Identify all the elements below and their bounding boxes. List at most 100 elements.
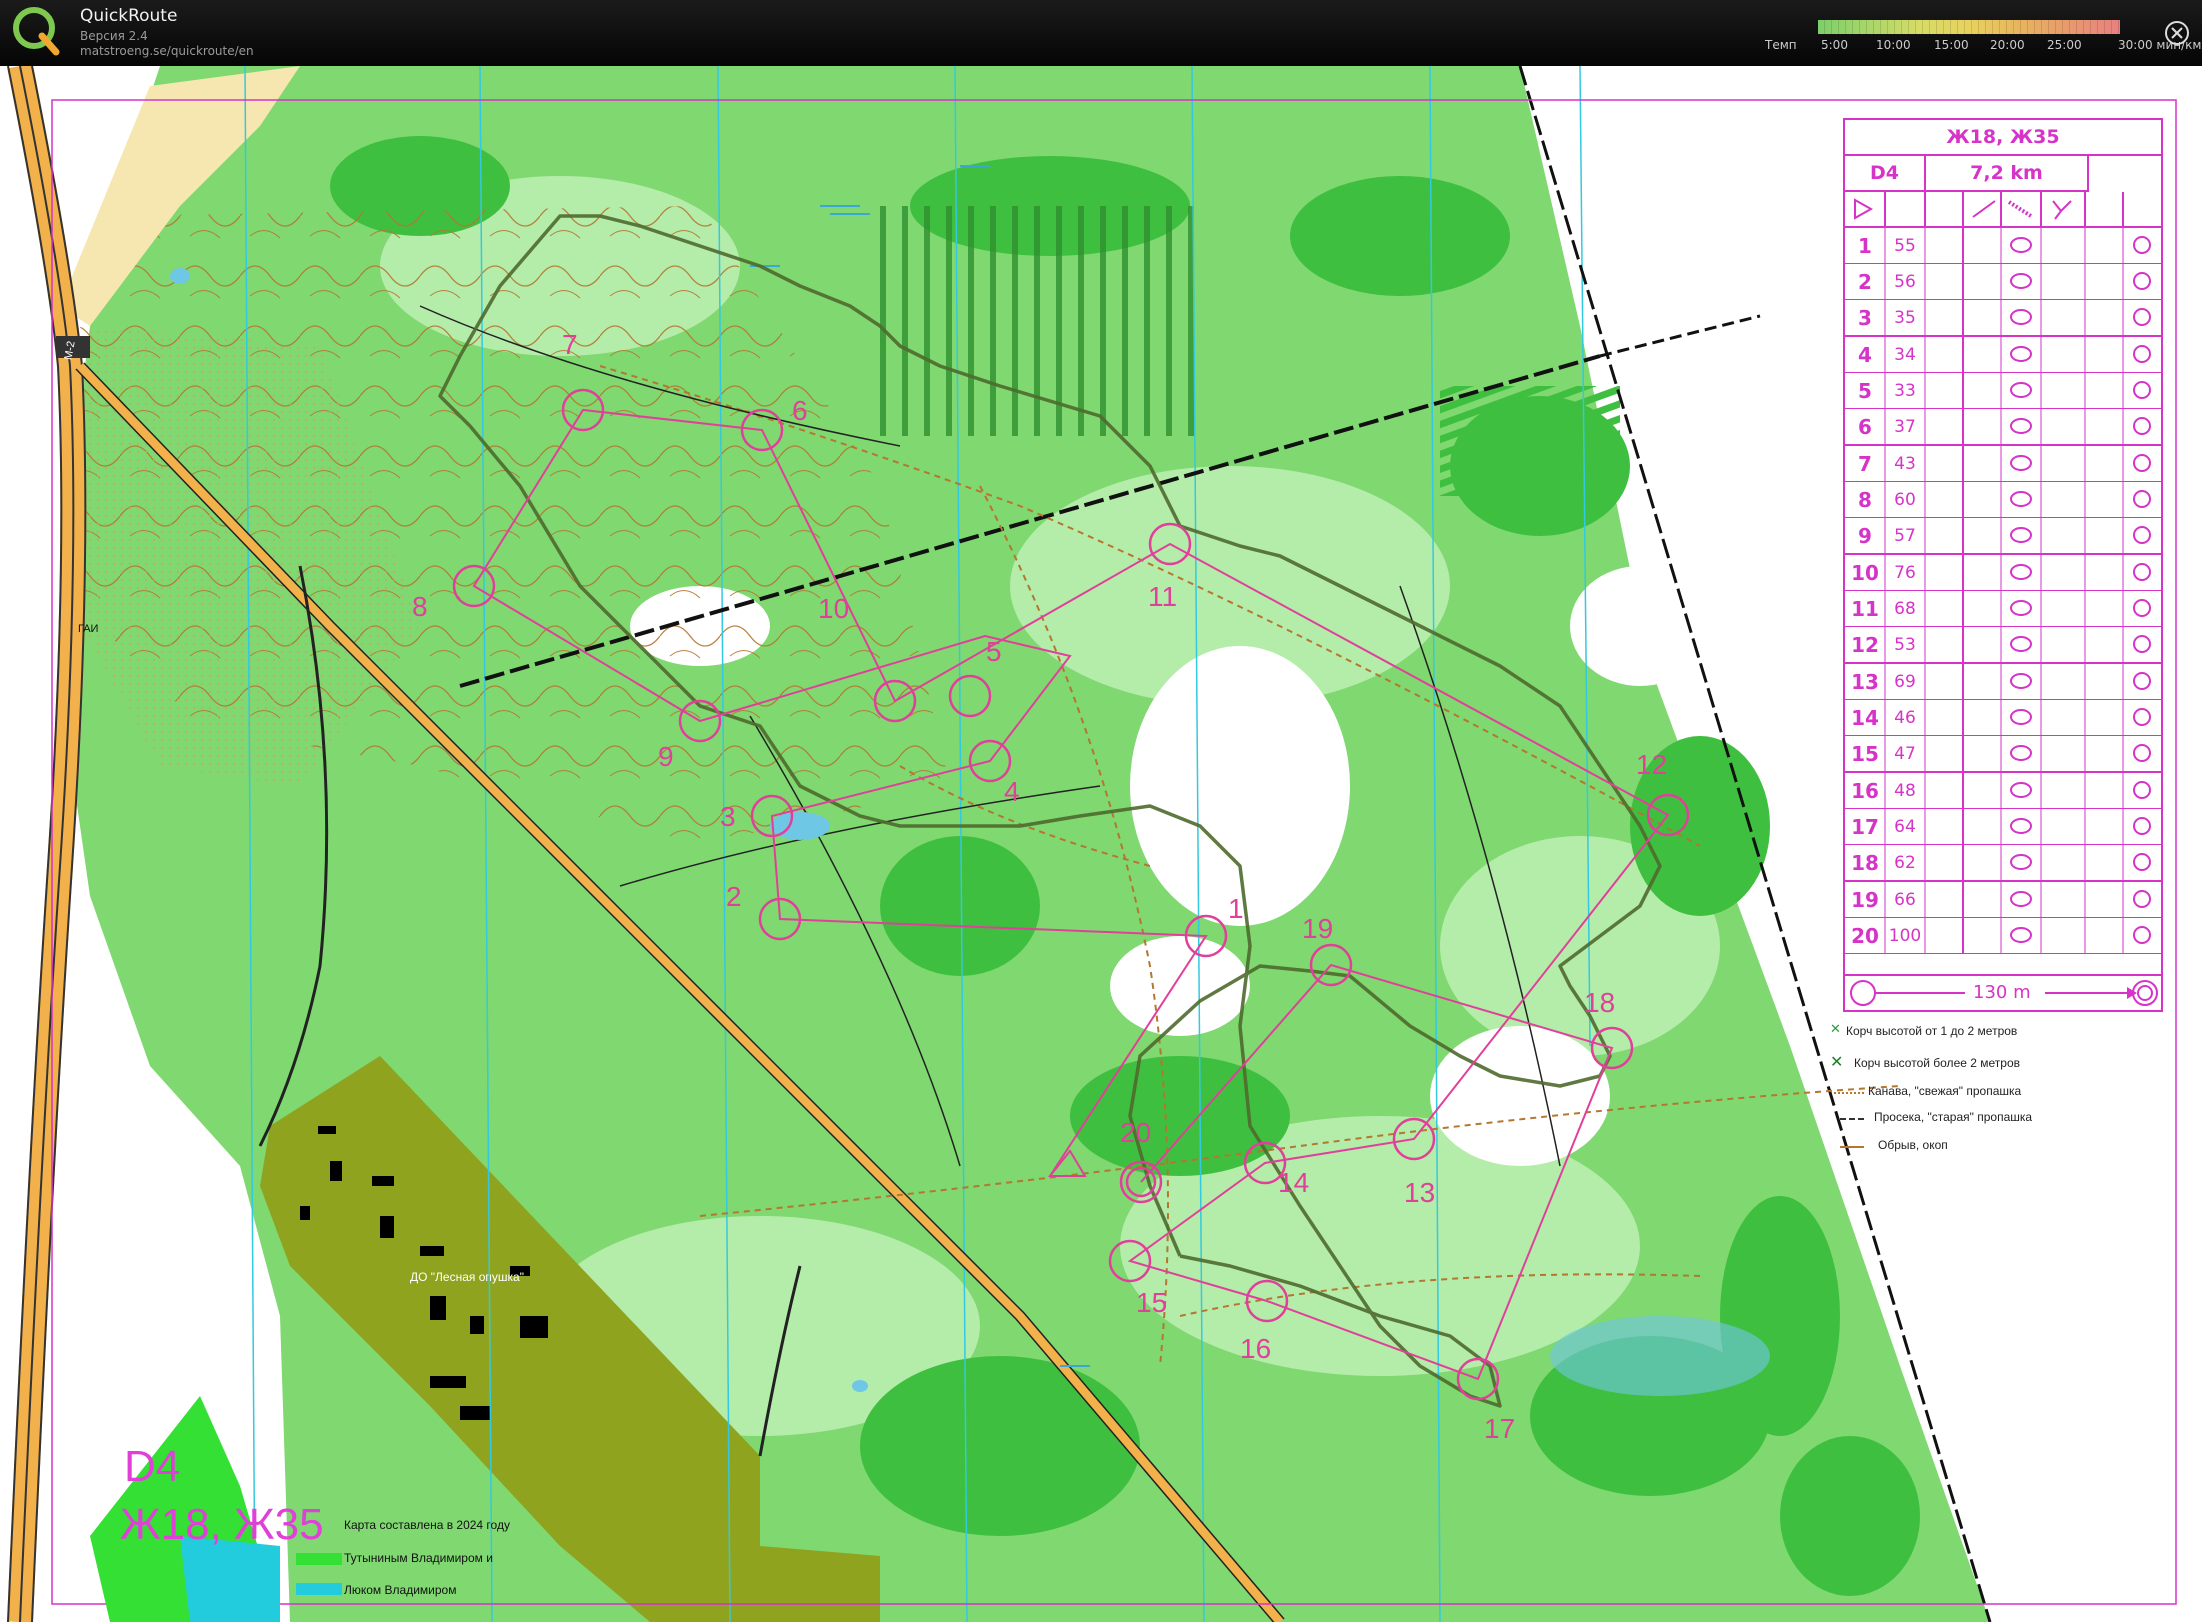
app-url[interactable]: matstroeng.se/quickroute/en xyxy=(80,44,254,58)
control-number: 8 xyxy=(412,591,428,622)
description-control-number: 11 xyxy=(1851,597,1879,621)
description-control-code: 68 xyxy=(1894,599,1916,619)
credit-line: Карта составлена в 2024 году xyxy=(344,1518,510,1532)
descriptions-finish: 130 m xyxy=(1845,974,2161,1010)
descriptions-length: 7,2 km xyxy=(1926,156,2089,192)
description-control-number: 1 xyxy=(1858,234,1872,258)
legend-ditch-icon xyxy=(1834,1092,1864,1094)
description-control-code: 37 xyxy=(1894,417,1916,437)
description-control-number: 12 xyxy=(1851,633,1879,657)
control-number: 17 xyxy=(1484,1413,1515,1444)
description-control-number: 8 xyxy=(1858,488,1872,512)
description-control-number: 6 xyxy=(1858,415,1872,439)
description-header-symbols-icon xyxy=(1854,192,2124,226)
description-control-number: 19 xyxy=(1851,888,1879,912)
description-control-number: 15 xyxy=(1851,742,1879,766)
control-number: 2 xyxy=(726,881,742,912)
app-titlebar: QuickRoute Версия 2.4 matstroeng.se/quic… xyxy=(0,0,2202,66)
credit-color-swatch xyxy=(296,1553,342,1565)
legend-item: Корч высотой от 1 до 2 метров xyxy=(1846,1024,2018,1038)
description-control-code: 47 xyxy=(1894,744,1916,764)
control-number: 16 xyxy=(1240,1333,1271,1364)
description-control-number: 2 xyxy=(1858,270,1872,294)
legend-item: Корч высотой более 2 метров xyxy=(1854,1056,2020,1070)
credit-line: Люком Владимиром xyxy=(344,1583,457,1597)
description-control-code: 35 xyxy=(1894,308,1916,328)
legend-item: Просека, "старая" пропашка xyxy=(1874,1110,2033,1124)
description-row: 7 43 xyxy=(1845,446,2161,482)
control-number: 11 xyxy=(1148,581,1177,612)
description-control-code: 56 xyxy=(1894,272,1916,292)
legend-cliff-icon xyxy=(1840,1146,1864,1148)
description-control-number: 16 xyxy=(1851,779,1879,803)
pace-tick: 25:00 xyxy=(2047,38,2082,52)
pace-tick: 30:00 xyxy=(2118,38,2153,52)
pace-tick: 15:00 xyxy=(1934,38,1969,52)
description-row: 16 48 xyxy=(1845,773,2161,809)
description-control-code: 33 xyxy=(1894,381,1916,401)
control-descriptions: Ж18, Ж35 D4 7,2 km 1 55 2 56 3 35 4 34 5 33 6 37 7 43… xyxy=(1843,118,2163,1012)
description-control-number: 5 xyxy=(1858,379,1872,403)
description-control-number: 4 xyxy=(1858,343,1872,367)
description-control-code: 55 xyxy=(1894,236,1916,256)
description-control-code: 64 xyxy=(1894,817,1916,837)
description-row: 10 76 xyxy=(1845,555,2161,591)
description-control-code: 69 xyxy=(1894,672,1916,692)
description-control-code: 46 xyxy=(1894,708,1916,728)
control-number: 3 xyxy=(720,801,736,832)
description-row: 14 46 xyxy=(1845,700,2161,736)
description-control-number: 7 xyxy=(1858,452,1872,476)
description-row: 8 60 xyxy=(1845,482,2161,518)
description-control-number: 17 xyxy=(1851,815,1879,839)
close-icon[interactable] xyxy=(2164,20,2190,46)
description-row: 17 64 xyxy=(1845,809,2161,845)
description-control-code: 60 xyxy=(1894,490,1916,510)
description-row: 3 35 xyxy=(1845,300,2161,337)
description-row: 9 57 xyxy=(1845,518,2161,555)
control-number: 1 xyxy=(1228,893,1244,924)
quickroute-logo-icon xyxy=(13,7,60,56)
app-version: Версия 2.4 xyxy=(80,29,148,43)
description-control-number: 3 xyxy=(1858,306,1872,330)
descriptions-course-code: D4 xyxy=(1845,156,1926,192)
description-row: 13 69 xyxy=(1845,664,2161,700)
description-control-number: 14 xyxy=(1851,706,1879,730)
descriptions-rows: 1 55 2 56 3 35 4 34 5 33 6 37 7 43 8 60 9 57 10 76 11 68 12 53 1… xyxy=(1845,192,2161,954)
legend-item: Обрыв, окоп xyxy=(1878,1138,1948,1152)
description-control-code: 43 xyxy=(1894,454,1916,474)
course-overlay-code: D4 xyxy=(124,1442,181,1491)
description-row: 15 47 xyxy=(1845,736,2161,773)
description-row: 2 56 xyxy=(1845,264,2161,300)
legend-ride-icon xyxy=(1840,1118,1864,1120)
pace-tick: 20:00 xyxy=(1990,38,2025,52)
description-row: 4 34 xyxy=(1845,337,2161,373)
pace-color-bar xyxy=(1818,20,2120,34)
plantation-striped xyxy=(1440,386,1620,496)
control-number: 10 xyxy=(818,593,849,624)
legend-high-thicket-icon: ✕ xyxy=(1830,1052,1844,1071)
control-number: 13 xyxy=(1404,1177,1435,1208)
control-number: 18 xyxy=(1584,987,1615,1018)
village-label: ДО "Лесная опушка" xyxy=(410,1270,524,1284)
descriptions-header-row xyxy=(1845,192,2161,228)
legend-low-thicket-icon: ✕ xyxy=(1830,1022,1841,1037)
descriptions-title: Ж18, Ж35 xyxy=(1845,120,2161,156)
description-control-code: 100 xyxy=(1888,926,1922,946)
finish-distance: 130 m xyxy=(1973,982,2031,1003)
control-number: 4 xyxy=(1004,776,1020,807)
control-number: 6 xyxy=(792,395,808,426)
control-number: 20 xyxy=(1120,1117,1151,1148)
description-row: 19 66 xyxy=(1845,882,2161,918)
description-control-code: 57 xyxy=(1894,526,1916,546)
course-overlay-classes: Ж18, Ж35 xyxy=(120,1500,324,1549)
control-number: 12 xyxy=(1636,749,1667,780)
pace-label: Темп xyxy=(1765,38,1797,52)
description-control-number: 10 xyxy=(1851,561,1879,585)
description-control-number: 9 xyxy=(1858,524,1872,548)
description-row: 1 55 xyxy=(1845,228,2161,264)
pace-tick: 10:00 xyxy=(1876,38,1911,52)
credit-line: Тутыниным Владимиром и xyxy=(344,1551,493,1565)
credit-color-swatch xyxy=(296,1583,342,1595)
description-row: 11 68 xyxy=(1845,591,2161,627)
description-control-code: 76 xyxy=(1894,563,1916,583)
